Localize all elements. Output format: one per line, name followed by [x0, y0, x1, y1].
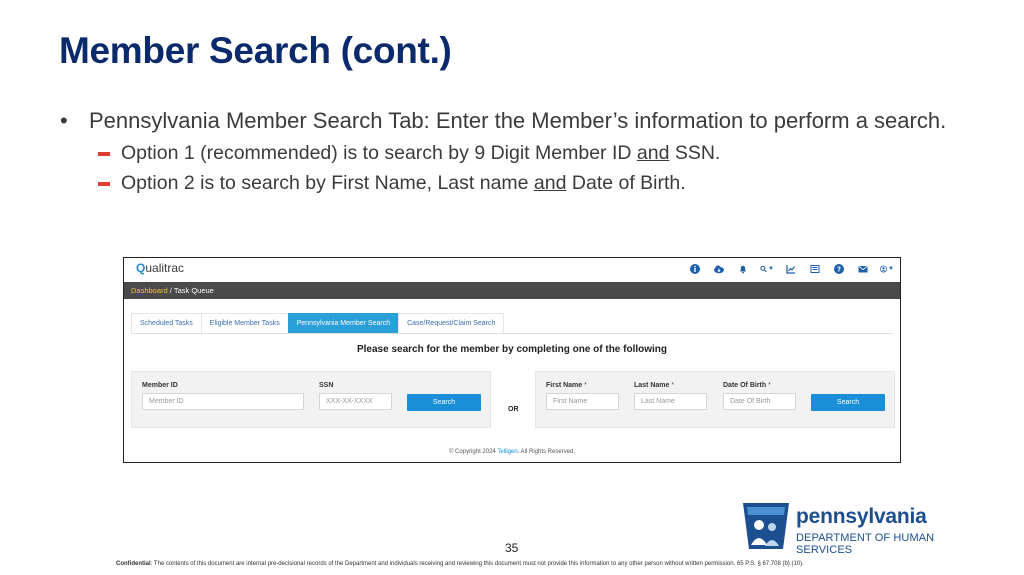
- copyright: © Copyright 2024 Telligen. All Rights Re…: [124, 449, 900, 455]
- header-icons: ▼ ? ▼: [688, 262, 894, 276]
- dob-label: Date Of Birth *: [723, 382, 771, 389]
- sub2-text-post: Date of Birth.: [566, 172, 686, 194]
- search-prompt: Please search for the member by completi…: [356, 344, 668, 355]
- bullet-list: • Pennsylvania Member Search Tab: Enter …: [60, 107, 950, 195]
- help-icon[interactable]: ?: [832, 262, 846, 276]
- first-name-label: First Name *: [546, 382, 587, 389]
- or-label: OR: [508, 406, 519, 413]
- tab-divider: [131, 333, 893, 334]
- tab-case-request-claim-search[interactable]: Case/Request/Claim Search: [398, 313, 505, 333]
- app-screenshot: Qualitrac ▼ ? ▼ Dashboard / Task Queue S…: [123, 257, 901, 463]
- app-header: Qualitrac ▼ ? ▼: [124, 258, 900, 282]
- first-name-label-text: First Name: [546, 382, 583, 389]
- ssn-label: SSN: [319, 382, 334, 389]
- user-icon[interactable]: ▼: [880, 262, 894, 276]
- last-name-label-text: Last Name: [634, 382, 670, 389]
- footer-text: : The contents of this document are inte…: [150, 561, 804, 567]
- cloud-download-icon[interactable]: [712, 262, 726, 276]
- list-icon[interactable]: [808, 262, 822, 276]
- copyright-pre: © Copyright 2024: [448, 449, 498, 455]
- info-icon[interactable]: [688, 262, 702, 276]
- tab-scheduled-tasks[interactable]: Scheduled Tasks: [131, 313, 202, 333]
- page-number: 35: [505, 541, 519, 555]
- copyright-post: . All Rights Reserved.: [517, 449, 576, 455]
- breadcrumb-dashboard[interactable]: Dashboard: [131, 286, 168, 295]
- footer-bold: Confidential: [116, 561, 151, 567]
- confidential-footer: Confidential: The contents of this docum…: [116, 561, 916, 567]
- sub1-and: and: [636, 142, 670, 164]
- dash-icon: [98, 152, 110, 156]
- dob-label-text: Date Of Birth: [723, 382, 767, 389]
- member-id-search-button[interactable]: Search: [407, 394, 481, 411]
- copyright-brand-link[interactable]: Telligen: [497, 449, 517, 455]
- name-search-button[interactable]: Search: [811, 394, 885, 411]
- breadcrumb: Dashboard / Task Queue: [124, 282, 900, 299]
- slide-title: Member Search (cont.): [59, 30, 452, 71]
- dob-input[interactable]: Date Of Birth: [723, 393, 796, 410]
- svg-text:?: ?: [837, 266, 841, 274]
- keystone-icon: [743, 503, 789, 549]
- breadcrumb-current: Task Queue: [173, 286, 214, 295]
- search-icon[interactable]: ▼: [760, 262, 774, 276]
- bell-icon[interactable]: [736, 262, 750, 276]
- dhs-logo: pennsylvania DEPARTMENT OF HUMAN SERVICE…: [741, 501, 981, 556]
- sub2-text-pre: Option 2 is to search by First Name, Las…: [121, 172, 534, 194]
- dhs-department: DEPARTMENT OF HUMAN SERVICES: [796, 532, 935, 556]
- ssn-input[interactable]: XXX-XX-XXXX: [319, 393, 392, 410]
- sub1-text-pre: Option 1 (recommended) is to search by 9…: [121, 142, 637, 164]
- logo-text: ualitrac: [145, 261, 185, 275]
- tab-pennsylvania-member-search[interactable]: Pennsylvania Member Search: [287, 313, 400, 333]
- member-id-search-panel: Member ID Member ID SSN XXX-XX-XXXX Sear…: [131, 371, 491, 428]
- sub-bullet-option-2: Option 2 is to search by First Name, Las…: [60, 171, 950, 195]
- bullet-main: • Pennsylvania Member Search Tab: Enter …: [60, 107, 950, 135]
- mail-icon[interactable]: [856, 262, 870, 276]
- tab-eligible-member-tasks[interactable]: Eligible Member Tasks: [200, 313, 289, 333]
- first-name-input[interactable]: First Name: [546, 393, 619, 410]
- required-mark: *: [584, 382, 587, 389]
- last-name-input[interactable]: Last Name: [634, 393, 707, 410]
- dhs-name: pennsylvania: [796, 505, 927, 528]
- member-id-label: Member ID: [142, 382, 178, 389]
- last-name-label: Last Name *: [634, 382, 674, 389]
- required-mark: *: [671, 382, 675, 389]
- bullet-main-text: Pennsylvania Member Search Tab: Enter th…: [89, 108, 947, 133]
- tab-bar: Scheduled Tasks Eligible Member Tasks Pe…: [131, 313, 505, 333]
- member-id-input[interactable]: Member ID: [142, 393, 304, 410]
- dash-icon: [98, 182, 110, 186]
- chevron-down-icon: ▼: [888, 266, 894, 272]
- name-dob-search-panel: First Name * First Name Last Name * Last…: [535, 371, 895, 428]
- chevron-down-icon: ▼: [768, 266, 774, 272]
- required-mark: *: [768, 382, 771, 389]
- logo-letter: Q: [136, 261, 146, 275]
- sub-bullet-option-1: Option 1 (recommended) is to search by 9…: [60, 141, 950, 165]
- sub2-and: and: [533, 172, 567, 194]
- bullet-dot-icon: •: [60, 108, 68, 133]
- qualitrac-logo[interactable]: Qualitrac: [136, 261, 184, 275]
- sub1-text-post: SSN.: [669, 142, 721, 164]
- chart-icon[interactable]: [784, 262, 798, 276]
